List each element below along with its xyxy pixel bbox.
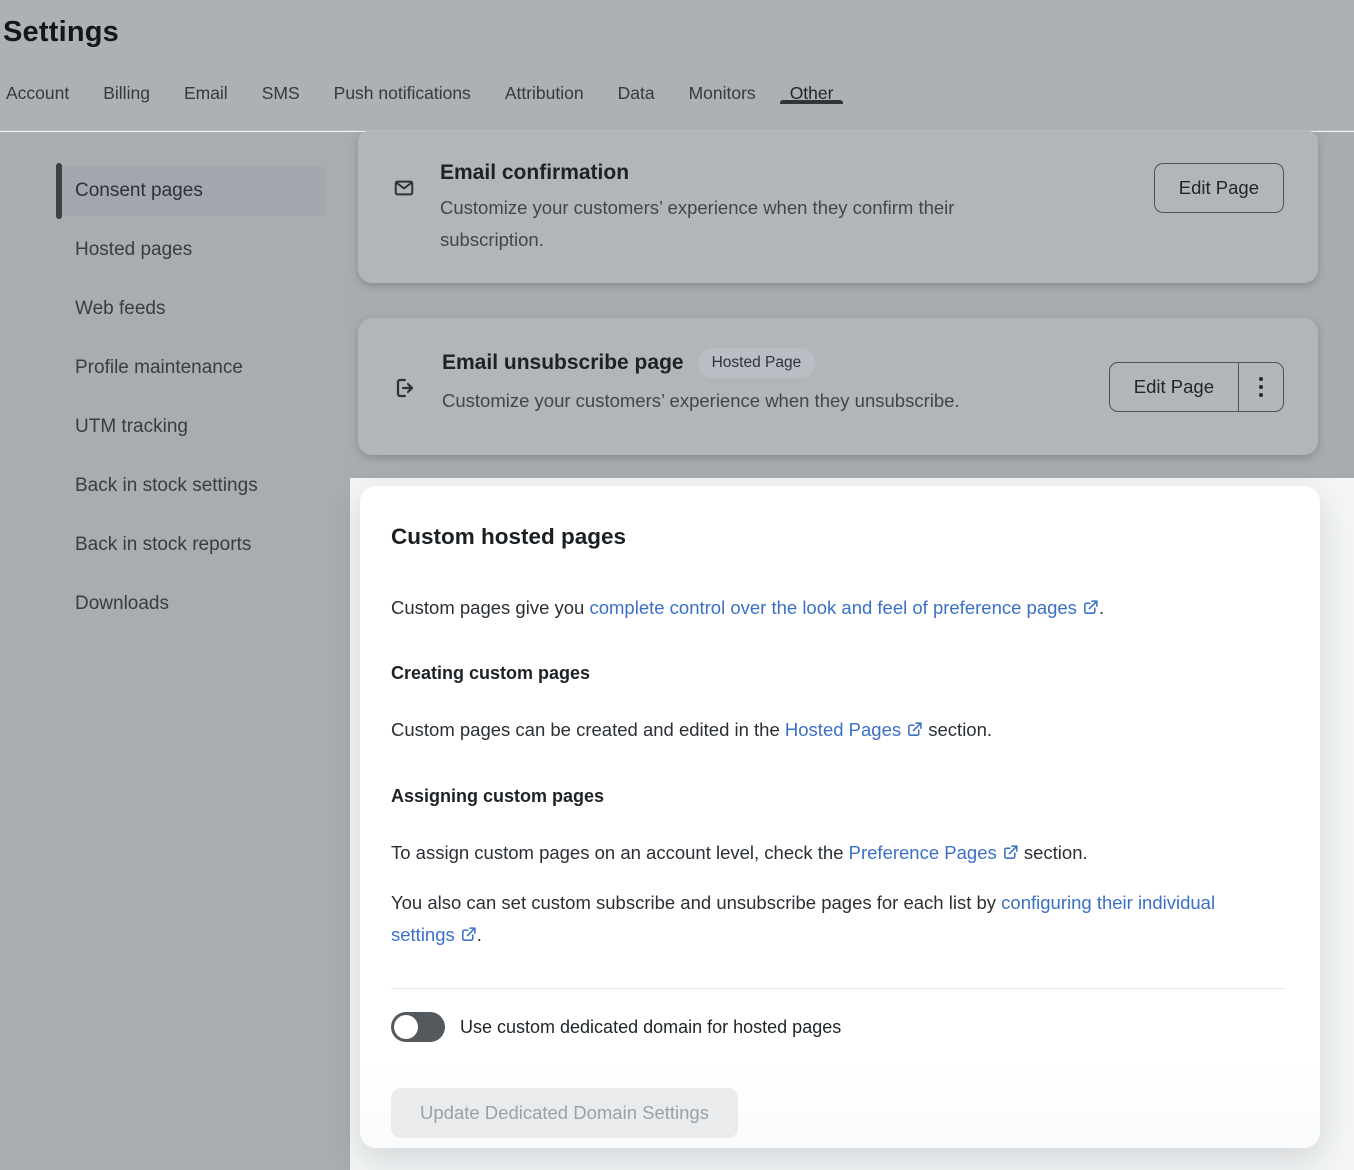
hosted-page-badge: Hosted Page [698, 348, 816, 378]
custom-domain-toggle[interactable] [391, 1012, 445, 1042]
intro-suffix: . [1099, 597, 1104, 618]
card-body: Email confirmation Customize your custom… [440, 161, 1154, 256]
sign-out-icon [393, 376, 417, 405]
custom-domain-toggle-row: Use custom dedicated domain for hosted p… [391, 1012, 1284, 1042]
toggle-knob [394, 1015, 418, 1039]
creating-paragraph: Custom pages can be created and edited i… [391, 714, 1275, 747]
tab-data[interactable]: Data [618, 80, 655, 104]
edit-page-button-group: Edit Page [1109, 362, 1284, 412]
tab-monitors[interactable]: Monitors [689, 80, 756, 104]
sidebar-item-back-in-stock-settings[interactable]: Back in stock settings [58, 461, 326, 511]
email-confirmation-card: Email confirmation Customize your custom… [358, 131, 1318, 283]
card-title: Email confirmation [440, 161, 629, 185]
panel-title: Custom hosted pages [391, 524, 1284, 550]
sidebar-item-consent-pages[interactable]: Consent pages [58, 166, 326, 216]
tab-push-notifications[interactable]: Push notifications [334, 80, 471, 104]
card-description: Customize your customers’ experience whe… [440, 192, 1060, 256]
tab-other[interactable]: Other [790, 80, 834, 104]
sidebar-item-web-feeds[interactable]: Web feeds [58, 284, 326, 334]
sidebar-item-downloads[interactable]: Downloads [58, 579, 326, 629]
card-description: Customize your customers’ experience whe… [442, 385, 1109, 417]
tab-email[interactable]: Email [184, 80, 228, 104]
sidebar-item-hosted-pages[interactable]: Hosted pages [58, 225, 326, 275]
header: Settings Account Billing Email SMS Push … [0, 0, 1354, 131]
dimmed-content-area: Email confirmation Customize your custom… [350, 132, 1354, 478]
tab-sms[interactable]: SMS [262, 80, 300, 104]
intro-paragraph: Custom pages give you complete control o… [391, 592, 1275, 625]
card-body: Email unsubscribe page Hosted Page Custo… [442, 348, 1109, 417]
assigning-paragraph-1: To assign custom pages on an account lev… [391, 837, 1275, 870]
toggle-label: Use custom dedicated domain for hosted p… [460, 1017, 841, 1038]
section-divider [391, 988, 1284, 989]
external-link-icon [460, 921, 477, 952]
assigning-paragraph-2: You also can set custom subscribe and un… [391, 887, 1275, 952]
sidebar-item-back-in-stock-reports[interactable]: Back in stock reports [58, 520, 326, 570]
card-title: Email unsubscribe page [442, 351, 684, 375]
external-link-icon [906, 716, 923, 747]
highlight-cutout: Custom hosted pages Custom pages give yo… [350, 478, 1354, 1170]
intro-prefix: Custom pages give you [391, 597, 589, 618]
page-title: Settings [0, 0, 1354, 49]
creating-custom-pages-heading: Creating custom pages [391, 663, 1284, 684]
tab-attribution[interactable]: Attribution [505, 80, 584, 104]
hosted-pages-link[interactable]: Hosted Pages [785, 719, 923, 740]
sidebar-item-profile-maintenance[interactable]: Profile maintenance [58, 343, 326, 393]
edit-page-button[interactable]: Edit Page [1154, 163, 1284, 213]
tab-account[interactable]: Account [6, 80, 69, 104]
custom-hosted-pages-panel: Custom hosted pages Custom pages give yo… [360, 486, 1320, 1148]
sidebar: Consent pages Hosted pages Web feeds Pro… [0, 132, 350, 1170]
tab-billing[interactable]: Billing [103, 80, 150, 104]
external-link-icon [1002, 839, 1019, 870]
envelope-icon [393, 177, 415, 204]
settings-screen: Settings Account Billing Email SMS Push … [0, 0, 1354, 1170]
sidebar-item-utm-tracking[interactable]: UTM tracking [58, 402, 326, 452]
kebab-menu-icon[interactable] [1239, 363, 1283, 411]
email-unsubscribe-card: Email unsubscribe page Hosted Page Custo… [358, 318, 1318, 455]
assigning-custom-pages-heading: Assigning custom pages [391, 786, 1284, 807]
edit-page-button[interactable]: Edit Page [1110, 363, 1238, 411]
settings-tabs: Account Billing Email SMS Push notificat… [6, 80, 833, 130]
external-link-icon [1082, 594, 1099, 625]
preference-pages-control-link[interactable]: complete control over the look and feel … [589, 597, 1098, 618]
update-dedicated-domain-button[interactable]: Update Dedicated Domain Settings [391, 1088, 738, 1138]
preference-pages-link[interactable]: Preference Pages [849, 842, 1019, 863]
